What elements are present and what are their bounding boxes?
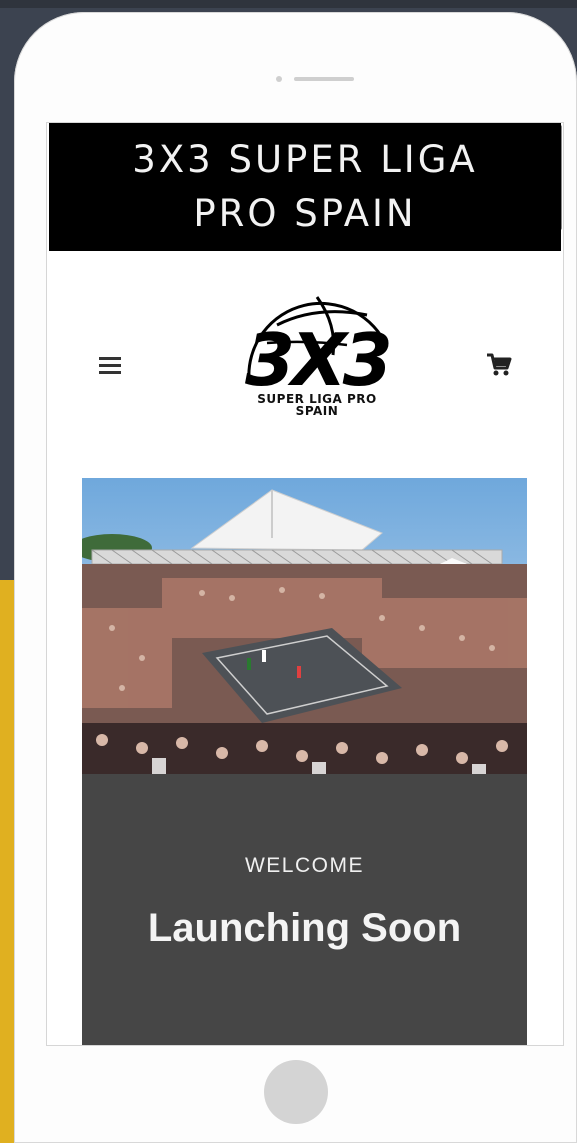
- home-button[interactable]: [264, 1060, 328, 1124]
- phone-speaker: [276, 64, 356, 94]
- hero-eyebrow: WELCOME: [244, 854, 364, 877]
- top-edge-band: [0, 0, 577, 8]
- shopping-cart-icon[interactable]: [485, 351, 513, 379]
- hamburger-menu-icon[interactable]: [99, 357, 121, 375]
- basketball-logo-icon: 3X3: [245, 296, 393, 402]
- front-camera-dot: [276, 76, 282, 82]
- phone-mockup: 3X3 SUPER LIGA PRO SPAIN 3X3 SUPER LIGA …: [14, 12, 577, 1143]
- hero-text-panel: WELCOME Launching Soon: [82, 774, 527, 1045]
- site-title-line-1: 3X3 SUPER LIGA: [132, 138, 478, 181]
- hero-headline: Launching Soon: [147, 906, 462, 950]
- svg-text:3X3: 3X3: [245, 318, 389, 395]
- logo-subtitle: SUPER LIGA PRO SPAIN: [237, 393, 397, 417]
- site-logo[interactable]: 3X3 SUPER LIGA PRO SPAIN: [237, 285, 397, 435]
- logo-subtitle-line-2: SPAIN: [295, 404, 339, 418]
- hero-photo-arena: [82, 478, 527, 774]
- speaker-slot: [294, 77, 354, 81]
- site-title-banner: 3X3 SUPER LIGA PRO SPAIN: [49, 123, 561, 251]
- site-title-line-2: PRO SPAIN: [193, 192, 417, 235]
- phone-screen[interactable]: 3X3 SUPER LIGA PRO SPAIN 3X3 SUPER LIGA …: [46, 122, 564, 1046]
